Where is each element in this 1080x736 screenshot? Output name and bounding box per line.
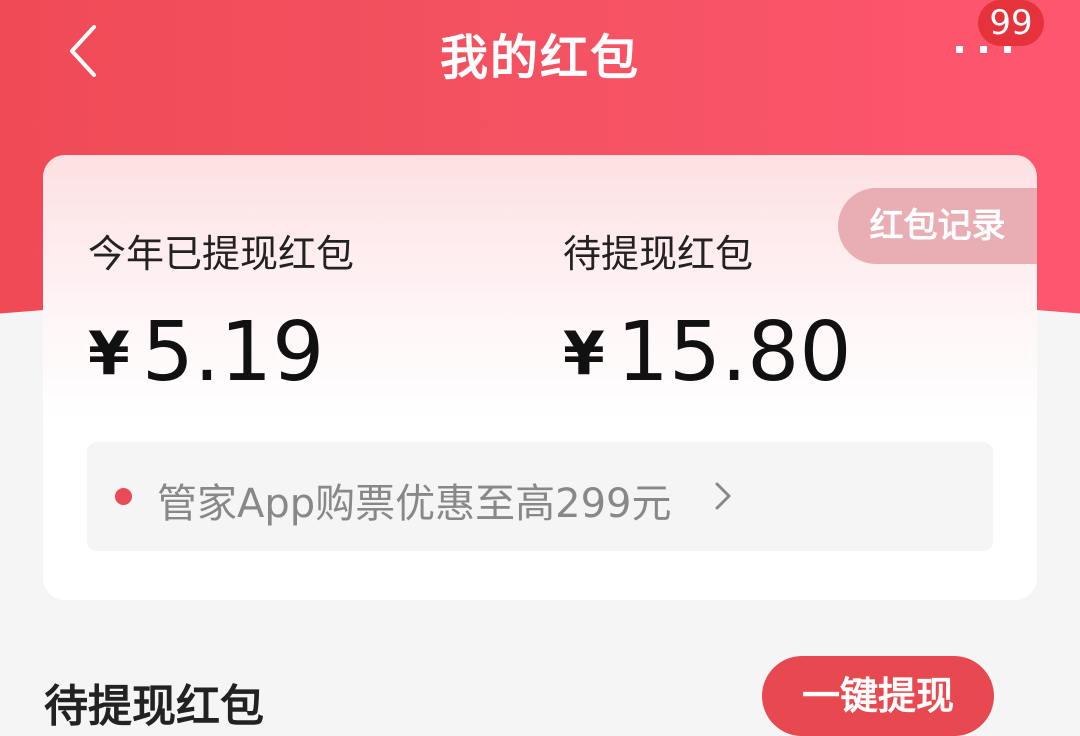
pending-amount: ¥15.80: [563, 305, 852, 400]
more-dots-icon: [956, 46, 963, 53]
withdrawn-amount-value: 5.19: [141, 305, 325, 400]
promo-banner[interactable]: 管家App购票优惠至高299元: [87, 442, 993, 551]
chevron-right-icon: [715, 482, 731, 510]
currency-symbol: ¥: [88, 319, 130, 389]
red-packet-record-button[interactable]: 红包记录: [838, 188, 1037, 264]
pending-label: 待提现红包: [563, 232, 754, 276]
currency-symbol: ¥: [563, 319, 605, 389]
promo-text: 管家App购票优惠至高299元: [157, 481, 672, 527]
withdrawn-amount: ¥5.19: [88, 305, 324, 400]
notification-badge: 99: [978, 0, 1044, 46]
page-title: 我的红包: [439, 30, 640, 86]
pending-section-title: 待提现红包: [44, 681, 264, 732]
pending-amount-value: 15.80: [616, 305, 852, 400]
withdraw-all-button[interactable]: 一键提现: [762, 656, 994, 736]
withdrawn-label: 今年已提现红包: [88, 232, 355, 276]
red-packet-summary-card: 红包记录 今年已提现红包 ¥5.19 待提现红包 ¥15.80 管家App购票优…: [43, 155, 1037, 600]
bullet-dot-icon: [115, 488, 132, 505]
